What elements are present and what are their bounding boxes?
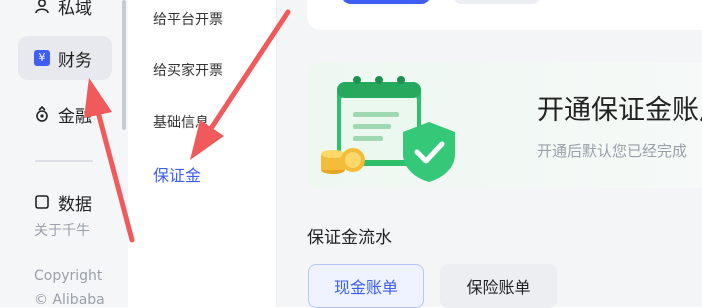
primary-button[interactable]	[341, 0, 431, 4]
banner-subtitle: 开通后默认您已经完成	[537, 142, 688, 160]
nav-item-label: 数据	[58, 194, 92, 215]
nav-item-label: 私域	[58, 0, 92, 19]
secondary-button[interactable]	[452, 0, 542, 4]
main-content: 开通保证金账户 开通后默认您已经完成 保证金流水 现金账单 保险账单	[277, 0, 702, 308]
nav-item-finance-service[interactable]: 金融	[18, 92, 112, 136]
finance-icon: ¥	[34, 50, 50, 66]
banner-title: 开通保证金账户	[537, 95, 702, 126]
about-link[interactable]: 关于千牛	[34, 220, 90, 240]
calendar-shield-illustration	[321, 76, 455, 182]
top-card	[307, 0, 702, 30]
copyright-text: Copyright	[34, 268, 103, 284]
tab-cash-bill[interactable]: 现金账单	[308, 264, 424, 308]
deposit-flow-title: 保证金流水	[307, 228, 392, 248]
nav-item-private-domain[interactable]: 私域	[18, 0, 112, 28]
finance-submenu: 给平台开票 给买家开票 基础信息 保证金	[128, 0, 277, 307]
submenu-item-buyer-invoice[interactable]: 给买家开票	[153, 60, 223, 80]
submenu-item-basic-info[interactable]: 基础信息	[153, 112, 209, 132]
alibaba-text: © Alibaba	[34, 292, 105, 308]
nav-item-finance[interactable]: ¥ 财务	[18, 36, 112, 80]
nav-divider	[35, 160, 93, 162]
nav-item-label: 财务	[58, 50, 92, 71]
left-nav: 私域 ¥ 财务 金融 数据 关于千牛 Copyright © Alibaba	[0, 0, 128, 308]
nav-item-data[interactable]: 数据	[18, 188, 112, 216]
submenu-item-platform-invoice[interactable]: 给平台开票	[153, 9, 223, 29]
tab-insurance-bill[interactable]: 保险账单	[440, 264, 557, 308]
people-icon	[34, 0, 50, 14]
submenu-item-deposit[interactable]: 保证金	[153, 162, 201, 186]
data-icon	[34, 194, 50, 210]
nav-item-label: 金融	[58, 106, 92, 127]
moneybag-icon	[34, 106, 50, 122]
nav-scrollbar[interactable]	[122, 0, 126, 130]
